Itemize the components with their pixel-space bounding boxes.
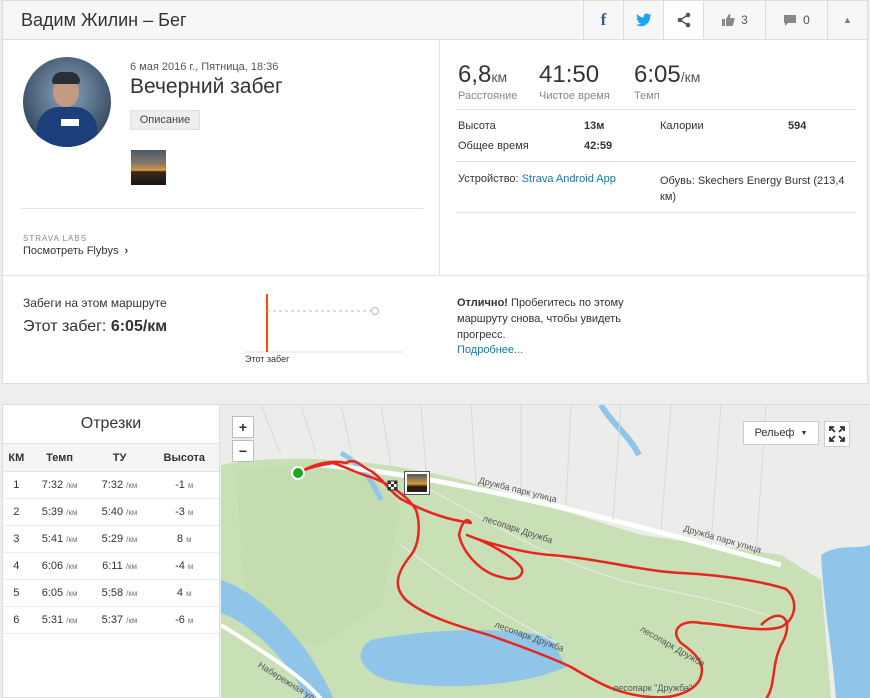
split-elevation: -3 м bbox=[149, 498, 219, 526]
route-more-link[interactable]: Подробнее... bbox=[457, 344, 523, 356]
split-gap: 5:29 /км bbox=[89, 525, 150, 553]
split-km: 2 bbox=[3, 498, 30, 526]
column-header-gap: ТУ bbox=[89, 443, 150, 472]
chevron-up-icon: ▲ bbox=[843, 15, 852, 25]
page-title: Вадим Жилин – Бег bbox=[21, 10, 187, 30]
activity-name: Вечерний забег bbox=[130, 75, 283, 98]
caret-down-icon: ▼ bbox=[800, 429, 808, 437]
strava-labs-label: STRAVA LABS bbox=[23, 234, 88, 243]
chevron-right-icon: › bbox=[124, 245, 129, 257]
facebook-icon: f bbox=[600, 10, 607, 29]
divider bbox=[3, 275, 867, 276]
activity-summary-panel: 6 мая 2016 г., Пятница, 18:36 Вечерний з… bbox=[2, 39, 868, 384]
split-pace: 5:31 /км bbox=[29, 606, 90, 634]
kudos-count: 3 bbox=[741, 13, 748, 27]
header-actions: f 3 0 ▲ bbox=[583, 1, 867, 39]
split-elevation: 8 м bbox=[149, 525, 219, 553]
column-header-km: КМ bbox=[3, 443, 30, 472]
flybys-link[interactable]: Посмотреть Flybys › bbox=[23, 245, 128, 257]
split-km: 1 bbox=[3, 471, 30, 499]
column-header-pace: Темп bbox=[29, 443, 90, 472]
twitter-share-button[interactable] bbox=[623, 1, 663, 39]
splits-title: Отрезки bbox=[80, 415, 142, 432]
stat-elevation-label: Высота bbox=[458, 120, 496, 132]
activity-header: Вадим Жилин – Бег f 3 0 ▲ bbox=[2, 0, 868, 40]
table-row: 2 5:39 /км 5:40 /км -3 м bbox=[3, 498, 219, 526]
map-park-label: лесопарк "Дружба" bbox=[613, 683, 693, 693]
route-finish-flag-icon bbox=[387, 480, 398, 491]
split-elevation: 4 м bbox=[149, 579, 219, 607]
split-km: 4 bbox=[3, 552, 30, 580]
comments-button[interactable]: 0 bbox=[765, 1, 827, 39]
share-button[interactable] bbox=[663, 1, 703, 39]
route-note: Отлично! Пробегитесь по этому маршруту с… bbox=[457, 297, 624, 341]
route-map[interactable]: Дружба парк улица Дружба парк улица лесо… bbox=[221, 404, 870, 698]
split-gap: 5:40 /км bbox=[89, 498, 150, 526]
avatar[interactable] bbox=[23, 57, 111, 147]
divider bbox=[456, 161, 856, 162]
activity-photo-thumbnail[interactable] bbox=[131, 150, 166, 185]
split-pace: 6:06 /км bbox=[29, 552, 90, 580]
split-pace: 5:39 /км bbox=[29, 498, 90, 526]
column-header-elevation: Высота bbox=[149, 443, 219, 472]
map-photo-marker[interactable] bbox=[405, 472, 429, 494]
splits-table: КМ Темп ТУ Высота 1 7:32 /км 7:32 /км -1 м2… bbox=[3, 443, 219, 634]
stat-elapsed-value: 42:59 bbox=[584, 140, 613, 152]
divider bbox=[456, 212, 856, 213]
map-canvas[interactable] bbox=[221, 405, 870, 698]
shoes-info: Обувь: Skechers Energy Burst (213,4 км) bbox=[660, 175, 845, 203]
split-pace: 5:41 /км bbox=[29, 525, 90, 553]
share-icon bbox=[677, 12, 690, 28]
stat-calories-value: 594 bbox=[788, 120, 807, 132]
thumbs-up-icon bbox=[722, 14, 735, 26]
table-row: 5 6:05 /км 5:58 /км 4 м bbox=[3, 579, 219, 607]
table-row: 1 7:32 /км 7:32 /км -1 м bbox=[3, 471, 219, 499]
twitter-icon bbox=[635, 13, 651, 27]
table-row: 3 5:41 /км 5:29 /км 8 м bbox=[3, 525, 219, 553]
split-km: 6 bbox=[3, 606, 30, 634]
fullscreen-icon bbox=[829, 426, 845, 442]
split-gap: 7:32 /км bbox=[89, 471, 150, 499]
map-layer-select[interactable]: Рельеф ▼ bbox=[743, 421, 819, 445]
stat-elapsed-label: Общее время bbox=[458, 140, 529, 152]
table-row: 4 6:06 /км 6:11 /км -4 м bbox=[3, 552, 219, 580]
collapse-button[interactable]: ▲ bbox=[827, 1, 867, 39]
route-comparison-title: Забеги на этом маршруте bbox=[23, 296, 167, 310]
split-elevation: -4 м bbox=[149, 552, 219, 580]
device-info: Устройство: Strava Android App bbox=[458, 173, 616, 185]
device-link[interactable]: Strava Android App bbox=[522, 173, 616, 185]
split-gap: 5:37 /км bbox=[89, 606, 150, 634]
route-start-marker bbox=[291, 466, 305, 480]
route-trend-endpoint bbox=[371, 307, 379, 315]
activity-date: 6 мая 2016 г., Пятница, 18:36 bbox=[130, 61, 279, 73]
split-elevation: -1 м bbox=[149, 471, 219, 499]
divider bbox=[439, 40, 440, 276]
route-chart-label: Этот забег bbox=[245, 354, 290, 364]
split-pace: 6:05 /км bbox=[29, 579, 90, 607]
comments-count: 0 bbox=[803, 13, 810, 27]
divider bbox=[456, 109, 856, 110]
split-gap: 5:58 /км bbox=[89, 579, 150, 607]
description-button[interactable]: Описание bbox=[130, 110, 200, 130]
table-row: 6 5:31 /км 5:37 /км -6 м bbox=[3, 606, 219, 634]
split-gap: 6:11 /км bbox=[89, 552, 150, 580]
stat-moving-time: 41:50 Чистое время bbox=[539, 61, 610, 102]
divider bbox=[21, 208, 423, 209]
stat-pace: 6:05/км Темп bbox=[634, 61, 701, 102]
zoom-out-button[interactable]: − bbox=[232, 440, 254, 462]
split-km: 3 bbox=[3, 525, 30, 553]
split-km: 5 bbox=[3, 579, 30, 607]
stat-elevation-value: 13м bbox=[584, 120, 605, 132]
stat-calories-label: Калории bbox=[660, 120, 704, 132]
comment-icon bbox=[784, 14, 797, 26]
splits-panel: Отрезки КМ Темп ТУ Высота 1 7:32 /км 7:32 … bbox=[2, 404, 220, 698]
split-elevation: -6 м bbox=[149, 606, 219, 634]
fullscreen-button[interactable] bbox=[824, 421, 850, 447]
this-run-pace: Этот забег: 6:05/км bbox=[23, 318, 168, 335]
facebook-share-button[interactable]: f bbox=[583, 1, 623, 39]
stat-distance: 6,8км Расстояние bbox=[458, 61, 518, 102]
split-pace: 7:32 /км bbox=[29, 471, 90, 499]
kudos-button[interactable]: 3 bbox=[703, 1, 765, 39]
zoom-in-button[interactable]: + bbox=[232, 416, 254, 438]
